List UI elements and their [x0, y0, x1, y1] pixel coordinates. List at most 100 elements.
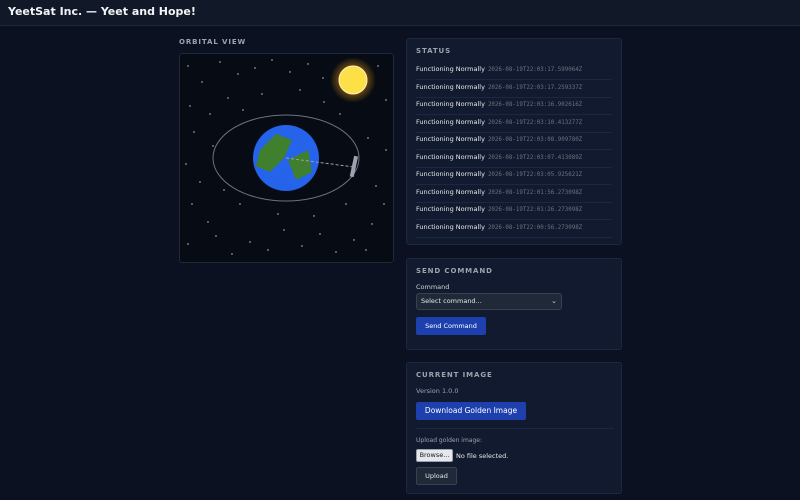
orbital-scene — [185, 57, 387, 255]
star — [239, 203, 241, 205]
star — [335, 251, 337, 253]
star — [271, 59, 273, 61]
status-timestamp: 2026-08-19T22:03:05.925621Z — [487, 172, 583, 178]
star — [319, 233, 321, 235]
star — [323, 101, 325, 103]
star — [375, 185, 377, 187]
star — [283, 229, 285, 231]
star — [383, 203, 385, 205]
star — [223, 189, 225, 191]
star — [201, 81, 203, 83]
star — [322, 77, 324, 79]
status-text: Functioning Normally — [416, 65, 485, 73]
star — [385, 99, 387, 101]
status-row: Functioning Normally 2026-08-19T22:03:08.… — [416, 133, 612, 150]
current-image-title: CURRENT IMAGE — [416, 371, 493, 379]
status-text: Functioning Normally — [416, 205, 485, 213]
star — [199, 181, 201, 183]
star — [339, 113, 341, 115]
star — [242, 109, 244, 111]
star — [189, 105, 191, 107]
star — [301, 245, 303, 247]
star — [377, 65, 379, 67]
star — [207, 221, 209, 223]
star — [367, 137, 369, 139]
star — [191, 203, 193, 205]
status-row: Functioning Normally 2026-08-19T22:03:16.… — [416, 98, 612, 115]
status-timestamp: 2026-08-19T22:01:56.273098Z — [487, 189, 583, 196]
star — [185, 163, 187, 165]
star — [365, 249, 367, 251]
star — [353, 239, 355, 241]
no-file-text: No file selected. — [456, 452, 509, 460]
status-timestamp: 2026-08-19T22:03:08.909780Z — [487, 137, 583, 143]
orbital-view-canvas — [179, 53, 394, 263]
send-command-button[interactable]: Send Command — [416, 317, 486, 335]
send-command-card: SEND COMMAND Command Select command... ⌄… — [406, 258, 622, 350]
status-text: Functioning Normally — [416, 135, 485, 143]
command-field-label: Command — [416, 283, 450, 291]
sun-icon — [338, 65, 368, 95]
status-text: Functioning Normally — [416, 170, 485, 178]
command-select[interactable]: Select command... ⌄ — [416, 293, 562, 310]
star — [267, 249, 269, 251]
star — [345, 203, 347, 205]
star — [371, 223, 373, 225]
upload-label: Upload golden image: — [416, 437, 482, 444]
status-text: Functioning Normally — [416, 82, 485, 91]
status-row: Functioning Normally 2026-08-19T22:03:17.… — [416, 63, 612, 80]
star — [212, 145, 214, 147]
star — [289, 71, 291, 73]
star — [227, 97, 229, 99]
status-timestamp: 2026-08-19T22:03:16.902616Z — [487, 102, 583, 108]
app-title: YeetSat Inc. — Yeet and Hope! — [8, 5, 196, 18]
star — [261, 93, 263, 95]
orbital-view-label: ORBITAL VIEW — [179, 38, 247, 46]
top-bar: YeetSat Inc. — Yeet and Hope! — [0, 0, 800, 26]
status-card: STATUS Functioning Normally 2026-08-19T22… — [406, 38, 622, 245]
status-row: Functioning Normally 2026-08-19T22:00:56.… — [416, 221, 612, 238]
image-version: Version 1.0.0 — [416, 387, 459, 395]
star — [193, 131, 195, 133]
status-timestamp: 2026-08-19T22:03:17.259337Z — [487, 84, 583, 91]
star — [249, 241, 251, 243]
browse-button[interactable]: Browse... — [416, 449, 453, 462]
star — [187, 65, 189, 67]
send-command-title: SEND COMMAND — [416, 267, 493, 275]
status-row: Functioning Normally 2026-08-19T22:01:56.… — [416, 186, 612, 203]
star — [385, 149, 387, 151]
star — [254, 67, 256, 69]
status-timestamp: 2026-08-19T22:01:26.273098Z — [487, 207, 583, 213]
status-title: STATUS — [416, 47, 452, 55]
status-text: Functioning Normally — [416, 187, 485, 196]
current-image-card: CURRENT IMAGE Version 1.0.0 Download Gol… — [406, 362, 622, 494]
status-row: Functioning Normally 2026-08-19T22:03:10.… — [416, 116, 612, 133]
star — [219, 61, 221, 63]
upload-button[interactable]: Upload — [416, 467, 457, 485]
star — [299, 89, 301, 91]
star — [237, 73, 239, 75]
download-golden-image-button[interactable]: Download Golden Image — [416, 402, 526, 420]
status-text: Functioning Normally — [416, 117, 485, 126]
status-timestamp: 2026-08-19T22:03:17.599064Z — [487, 67, 583, 73]
star — [313, 215, 315, 217]
star — [215, 235, 217, 237]
command-select-value: Select command... — [421, 297, 482, 305]
status-timestamp: 2026-08-19T22:00:56.273098Z — [487, 224, 583, 231]
star — [209, 113, 211, 115]
chevron-down-icon: ⌄ — [551, 297, 557, 305]
status-row: Functioning Normally 2026-08-19T22:03:05.… — [416, 168, 612, 185]
star — [187, 243, 189, 245]
status-timestamp: 2026-08-19T22:03:07.413089Z — [487, 154, 583, 161]
star — [277, 213, 279, 215]
status-row: Functioning Normally 2026-08-19T22:03:07.… — [416, 151, 612, 168]
star — [307, 63, 309, 65]
status-row: Functioning Normally 2026-08-19T22:03:17.… — [416, 81, 612, 98]
status-text: Functioning Normally — [416, 100, 485, 108]
divider — [416, 428, 614, 429]
star — [231, 253, 233, 255]
status-row: Functioning Normally 2026-08-19T22:01:26.… — [416, 203, 612, 220]
status-text: Functioning Normally — [416, 152, 485, 161]
status-timestamp: 2026-08-19T22:03:10.413277Z — [487, 119, 583, 126]
status-text: Functioning Normally — [416, 222, 485, 231]
